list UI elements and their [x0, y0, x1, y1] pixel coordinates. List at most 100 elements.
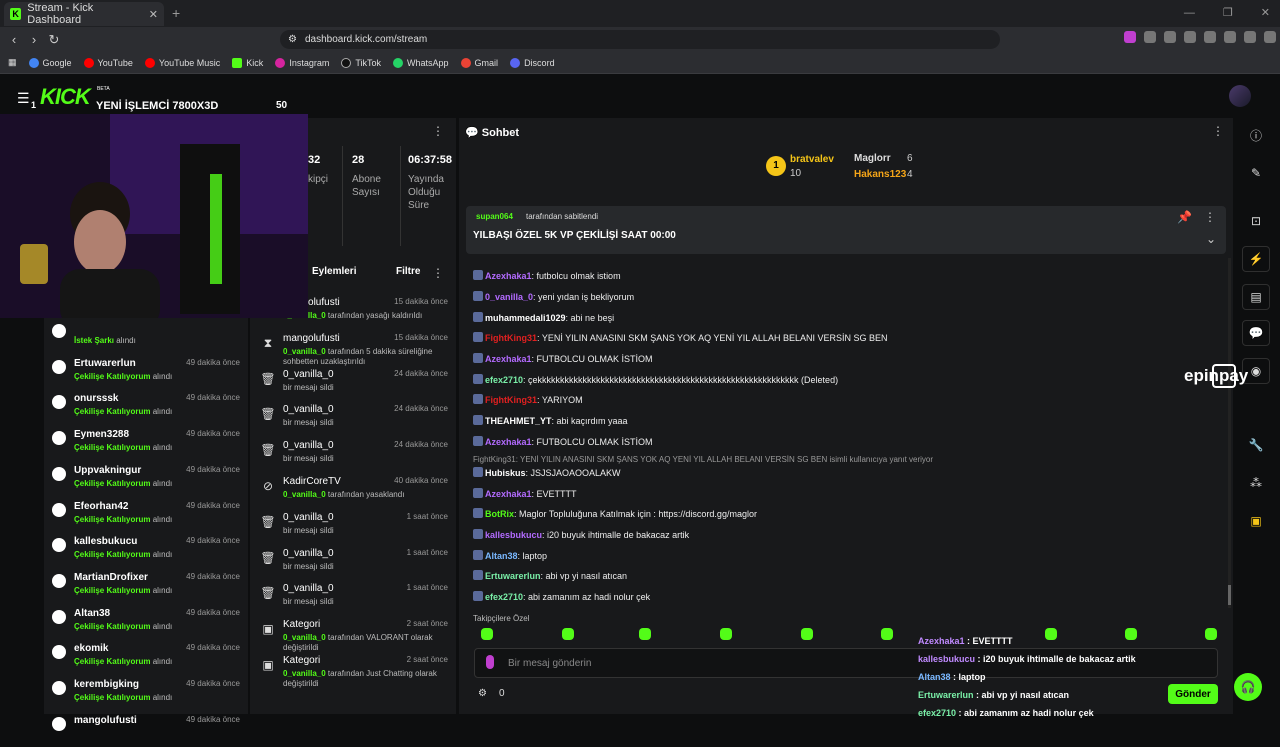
extension-icon[interactable] — [1224, 31, 1236, 43]
restore-button[interactable]: ❐ — [1223, 6, 1233, 19]
chat-scrollbar[interactable] — [1228, 258, 1231, 608]
mic-icon[interactable] — [486, 655, 494, 669]
extension-icon[interactable] — [1204, 31, 1216, 43]
browser-tab[interactable]: K Stream - Kick Dashboard ✕ — [4, 2, 164, 26]
activity-name[interactable]: mangolufusti — [283, 333, 340, 344]
chat-username[interactable]: Hubiskus — [485, 468, 526, 478]
activity-name[interactable]: 0_vanilla_0 — [283, 404, 334, 415]
chat-username[interactable]: muhammedali1029 — [485, 313, 566, 323]
close-window-button[interactable]: ✕ — [1261, 6, 1270, 19]
chat-username[interactable]: Azexhaka1 — [485, 271, 532, 281]
emote-icon[interactable] — [720, 628, 732, 640]
activity-name[interactable]: 0_vanilla_0 — [283, 512, 334, 523]
pinned-message[interactable]: supan064 tarafından sabitlendi YILBAŞI Ö… — [466, 206, 1226, 254]
settings-icon[interactable]: ⚙ — [478, 688, 487, 699]
list-item-name[interactable]: ekomik — [74, 643, 108, 654]
chat-username[interactable]: Azexhaka1 — [485, 354, 532, 364]
chat-username[interactable]: Azexhaka1 — [485, 489, 532, 499]
activity-name[interactable]: 0_vanilla_0 — [283, 440, 334, 451]
bookmark-kick[interactable]: Kick — [232, 57, 263, 68]
chevron-down-icon[interactable]: ⌄ — [1206, 232, 1216, 246]
bookmark-google[interactable]: Google — [28, 57, 72, 68]
share-icon[interactable]: ⁂ — [1242, 470, 1270, 496]
activity-name[interactable]: 0_vanilla_0 — [283, 548, 334, 559]
activity-name[interactable]: Kategori — [283, 655, 320, 666]
emote-icon[interactable] — [1205, 628, 1217, 640]
new-tab-button[interactable]: + — [172, 5, 180, 21]
bookmark-youtube[interactable]: YouTube — [83, 57, 133, 68]
chat-icon[interactable]: 💬 — [1242, 320, 1270, 346]
pin-icon[interactable]: 📌 — [1177, 210, 1192, 224]
emote-icon[interactable] — [801, 628, 813, 640]
list-item-name[interactable]: kerembigking — [74, 679, 139, 690]
list-item-name[interactable]: Efeorhan42 — [74, 501, 128, 512]
extension-icon[interactable] — [1164, 31, 1176, 43]
notes-icon[interactable]: ▤ — [1242, 284, 1270, 310]
list-item-name[interactable]: onursssk — [74, 393, 118, 404]
chat-username[interactable]: 0_vanilla_0 — [485, 292, 533, 302]
chat-username[interactable]: FightKing31 — [485, 395, 537, 405]
reload-icon[interactable]: ↻ — [44, 32, 64, 48]
emote-icon[interactable] — [639, 628, 651, 640]
list-item-name[interactable]: kallesbukucu — [74, 536, 137, 547]
chat-username[interactable]: Ertuwarerlun — [485, 571, 541, 581]
chat-username[interactable]: THEAHMET_YT — [485, 416, 552, 426]
list-item-name[interactable]: Eymen3288 — [74, 429, 129, 440]
leader-second-name[interactable]: Maglorr — [854, 153, 891, 164]
clip-icon[interactable]: ▣ — [1242, 508, 1270, 534]
extension-icon[interactable] — [1124, 31, 1136, 43]
emote-icon[interactable] — [881, 628, 893, 640]
chat-username[interactable]: Azexhaka1 — [485, 437, 532, 447]
chat-scroll-thumb[interactable] — [1228, 585, 1231, 605]
forward-icon[interactable]: › — [24, 32, 44, 47]
bookmark-youtube-music[interactable]: YouTube Music — [144, 57, 220, 68]
list-item-name[interactable]: mangolufusti — [74, 715, 137, 726]
menu-icon[interactable] — [1264, 31, 1276, 43]
leader-first-name[interactable]: bratvalev — [790, 154, 834, 165]
support-icon[interactable]: 🎧 — [1234, 673, 1262, 701]
chat-username[interactable]: FightKing31 — [485, 333, 537, 343]
leader-third-name[interactable]: Hakans123 — [854, 169, 906, 180]
site-info-icon[interactable]: ⚙ — [288, 34, 297, 45]
list-item-name[interactable]: Altan38 — [74, 608, 110, 619]
bookmark-whatsapp[interactable]: WhatsApp — [393, 57, 449, 68]
minimize-button[interactable]: — — [1184, 7, 1195, 19]
list-item-name[interactable]: Uppvakningur — [74, 465, 141, 476]
activity-name[interactable]: KadirCoreTV — [283, 476, 341, 487]
lightning-icon[interactable]: ⚡ — [1242, 246, 1270, 272]
list-item-name[interactable]: MartianDrofixer — [74, 572, 148, 583]
list-item-name[interactable]: Ertuwarerlun — [74, 358, 136, 369]
menu-icon[interactable]: ☰ — [17, 90, 30, 107]
bookmark-discord[interactable]: Discord — [510, 57, 555, 68]
apps-grid-icon[interactable]: ▦ — [8, 57, 17, 68]
back-icon[interactable]: ‹ — [4, 32, 24, 47]
tab-close-icon[interactable]: ✕ — [149, 8, 158, 21]
capture-icon[interactable]: ⊡ — [1242, 208, 1270, 234]
chat-username[interactable]: kallesbukucu — [485, 530, 542, 540]
activity-name[interactable]: 0_vanilla_0 — [283, 583, 334, 594]
filter-button[interactable]: Filtre — [396, 266, 420, 277]
edit-icon[interactable]: ✎ — [1242, 160, 1270, 186]
chat-username[interactable]: BotRix — [485, 509, 514, 519]
extension-icon[interactable] — [1144, 31, 1156, 43]
chat-username[interactable]: efex2710 — [485, 592, 523, 602]
chat-more-icon[interactable]: ⋮ — [1212, 124, 1224, 138]
info-icon[interactable]: ⓘ — [1242, 122, 1270, 148]
emote-icon[interactable] — [481, 628, 493, 640]
user-avatar[interactable] — [1229, 85, 1251, 107]
url-field[interactable]: ⚙ dashboard.kick.com/stream — [280, 30, 1000, 49]
extension-icon[interactable] — [1244, 31, 1256, 43]
send-button[interactable]: Gönder — [1168, 684, 1218, 704]
chat-username[interactable]: efex2710 — [485, 375, 523, 385]
wrench-icon[interactable]: 🔧 — [1242, 432, 1270, 458]
bookmark-tiktok[interactable]: TikTok — [341, 57, 381, 68]
bookmark-gmail[interactable]: Gmail — [460, 57, 498, 68]
pinned-more-icon[interactable]: ⋮ — [1204, 210, 1216, 224]
activity-name[interactable]: 0_vanilla_0 — [283, 369, 334, 380]
actions-more-icon[interactable]: ⋮ — [432, 266, 444, 280]
chat-username[interactable]: Altan38 — [485, 551, 518, 561]
emote-icon[interactable] — [562, 628, 574, 640]
activity-name[interactable]: Kategori — [283, 619, 320, 630]
stats-more-icon[interactable]: ⋮ — [432, 124, 444, 138]
bookmark-instagram[interactable]: Instagram — [275, 57, 329, 68]
